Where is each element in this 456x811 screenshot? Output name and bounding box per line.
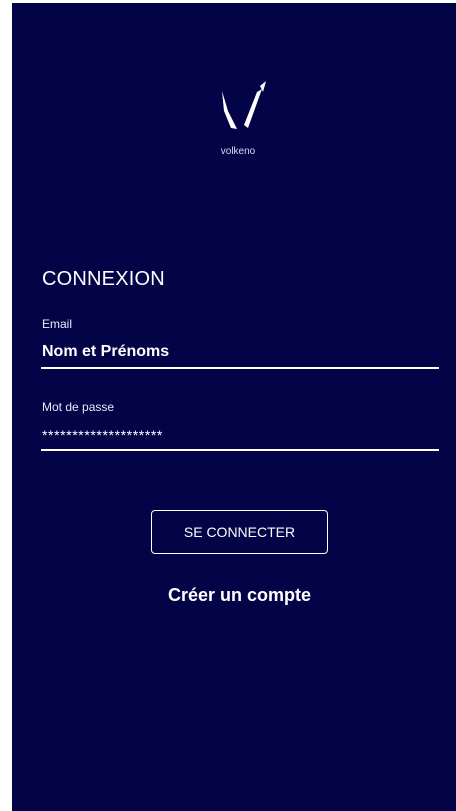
login-button[interactable]: SE CONNECTER	[151, 510, 328, 554]
password-label: Mot de passe	[42, 400, 115, 414]
password-underline	[41, 449, 439, 451]
volkeno-v-icon	[216, 77, 270, 141]
page-title: CONNEXION	[42, 268, 165, 290]
login-screen: volkeno CONNEXION Email Nom et Prénoms M…	[12, 3, 456, 811]
password-field[interactable]: ********************	[42, 427, 163, 443]
brand-name: volkeno	[220, 146, 256, 157]
email-underline	[41, 367, 439, 369]
create-account-link[interactable]: Créer un compte	[151, 585, 328, 606]
email-label: Email	[42, 317, 73, 331]
email-field[interactable]: Nom et Prénoms	[42, 343, 169, 361]
